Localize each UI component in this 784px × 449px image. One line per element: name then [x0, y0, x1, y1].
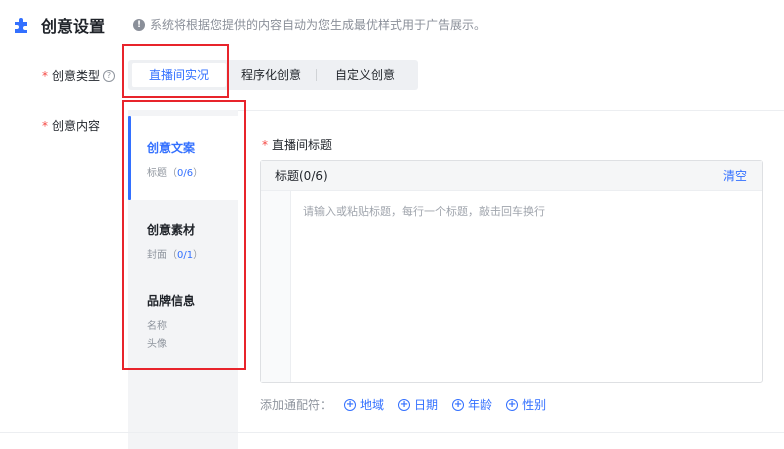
page-title: 创意设置	[41, 17, 106, 36]
title-editor[interactable]: 标题(0/6) 清空 请输入或粘贴标题，每行一个标题，敲击回车换行	[260, 160, 763, 383]
wildcard-age-text: 年龄	[468, 398, 493, 412]
highlight-box-type	[122, 44, 229, 98]
wildcard-region-button[interactable]: + 地域	[344, 396, 384, 413]
live-title-text: 直播间标题	[272, 138, 333, 152]
tab-custom[interactable]: 自定义创意	[317, 63, 413, 87]
plus-circle-icon: +	[344, 398, 357, 411]
clear-button[interactable]: 清空	[723, 167, 747, 184]
title-editor-header: 标题(0/6) 清空	[261, 161, 762, 191]
info-text: 系统将根据您提供的内容自动为您生成最优样式用于广告展示。	[150, 18, 487, 32]
creative-content-text: 创意内容	[52, 119, 101, 133]
line-number-gutter	[261, 191, 291, 382]
section-header: 创意设置	[12, 12, 105, 38]
creative-content-label: * 创意内容	[42, 117, 100, 134]
required-mark: *	[42, 68, 48, 83]
info-icon: !	[133, 18, 145, 31]
wildcard-age-button[interactable]: + 年龄	[452, 396, 492, 413]
wildcard-region-text: 地域	[360, 398, 385, 412]
help-icon[interactable]: ?	[103, 69, 116, 82]
highlight-box-content	[122, 100, 246, 370]
wildcard-label: 添加通配符：	[260, 398, 333, 412]
info-tip: ! 系统将根据您提供的内容自动为您生成最优样式用于广告展示。	[133, 16, 486, 33]
creative-type-text: 创意类型	[52, 69, 101, 83]
wildcard-gender-button[interactable]: + 性别	[506, 396, 546, 413]
wildcard-row: 添加通配符： + 地域 + 日期 + 年龄 + 性别	[260, 396, 560, 413]
plus-circle-icon: +	[452, 398, 465, 411]
live-title-label: * 直播间标题	[262, 136, 332, 153]
divider	[0, 432, 784, 433]
required-mark: *	[262, 138, 268, 152]
required-mark: *	[42, 118, 48, 133]
wildcard-gender-text: 性别	[522, 398, 547, 412]
puzzle-icon	[12, 15, 32, 35]
wildcard-date-button[interactable]: + 日期	[398, 396, 438, 413]
creative-type-label: * 创意类型 ?	[42, 67, 116, 84]
plus-circle-icon: +	[506, 398, 519, 411]
wildcard-date-text: 日期	[414, 398, 439, 412]
tab-programmatic[interactable]: 程序化创意	[226, 63, 316, 87]
title-input-placeholder[interactable]: 请输入或粘贴标题，每行一个标题，敲击回车换行	[303, 203, 545, 219]
title-count-label: 标题(0/6)	[275, 169, 328, 183]
plus-circle-icon: +	[398, 398, 411, 411]
